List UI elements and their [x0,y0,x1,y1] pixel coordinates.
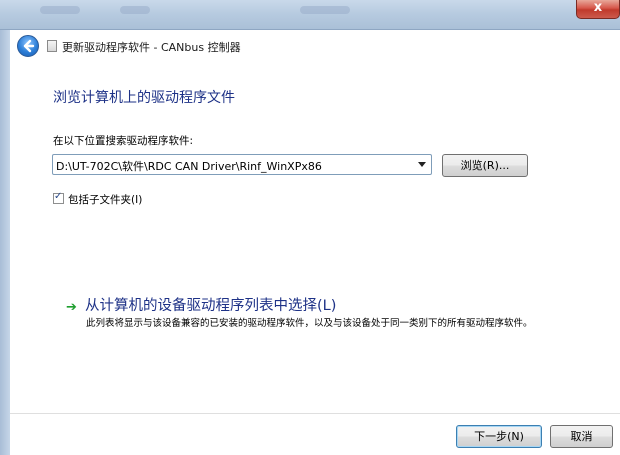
chevron-down-icon[interactable] [418,162,426,167]
footer-divider [10,413,620,414]
device-icon [47,40,57,52]
cancel-button[interactable]: 取消 [550,425,613,448]
browse-button[interactable]: 浏览(R)... [442,154,528,177]
window-frame-left [0,30,10,455]
titlebar-blur [120,6,150,14]
close-button[interactable]: x [576,0,620,19]
path-combobox[interactable]: D:\UT-702C\软件\RDC CAN Driver\Rinf_WinXPx… [52,154,432,175]
close-icon: x [593,0,603,15]
include-subfolders-checkbox[interactable] [53,191,64,204]
window-title: 更新驱动程序软件 - CANbus 控制器 [62,41,241,54]
pick-from-list-link[interactable]: 从计算机的设备驱动程序列表中选择(L) [85,294,336,315]
green-arrow-icon[interactable]: ➔ [66,300,77,315]
titlebar-blur [40,6,80,14]
search-location-label: 在以下位置搜索驱动程序软件: [53,135,194,147]
page-heading: 浏览计算机上的驱动程序文件 [53,90,235,106]
title-bar[interactable]: x [0,0,620,30]
back-arrow-icon [23,39,35,53]
titlebar-blur [300,6,350,14]
pick-from-list-description: 此列表将显示与该设备兼容的已安装的驱动程序软件，以及与该设备处于同一类别下的所有… [86,318,533,329]
include-subfolders-label[interactable]: 包括子文件夹(I) [68,192,142,207]
path-input[interactable]: D:\UT-702C\软件\RDC CAN Driver\Rinf_WinXPx… [56,158,322,174]
driver-update-window: x 更新驱动程序软件 - CANbus 控制器 浏览计算机上的驱动程序文件 在以… [0,0,620,455]
back-button[interactable] [17,35,39,57]
next-button[interactable]: 下一步(N) [456,425,542,448]
